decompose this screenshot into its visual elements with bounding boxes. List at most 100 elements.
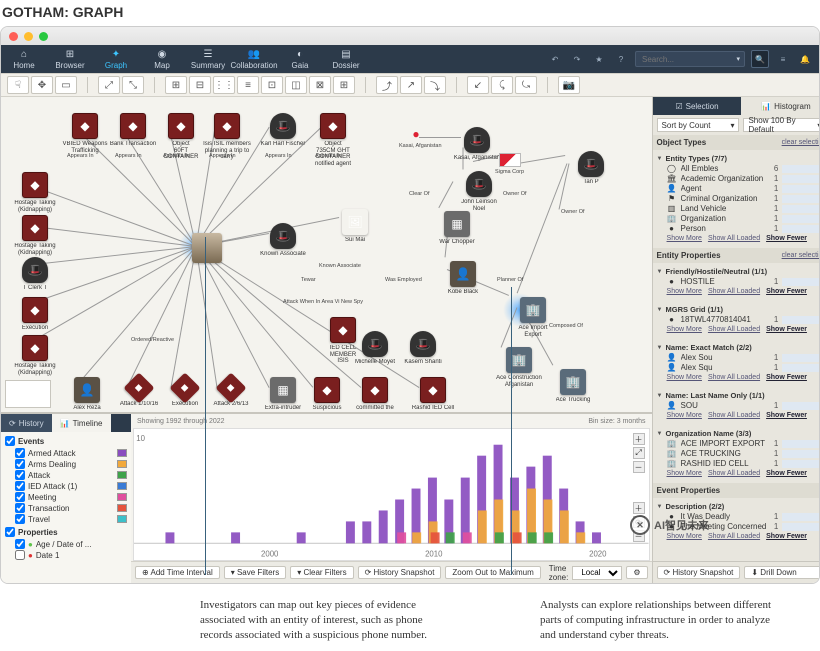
search-button[interactable]: 🔍 <box>751 50 769 68</box>
global-search[interactable]: ▾ <box>635 51 745 67</box>
graph-node[interactable]: ◆Hostage Taking(Kidnapping) <box>11 335 59 376</box>
tab-histogram[interactable]: 📊 Histogram <box>741 97 820 115</box>
legend-row[interactable]: Attack <box>5 470 127 481</box>
menu-gaia[interactable]: ◐Gaia <box>277 45 323 73</box>
hist-link[interactable]: Show Fewer <box>766 470 807 477</box>
menu-map[interactable]: ◉Map <box>139 45 185 73</box>
properties-toggle[interactable] <box>5 527 15 537</box>
graph-node[interactable]: 🏢Ace ConstructionAfganistan <box>495 347 543 388</box>
histogram-entry[interactable]: ●The Meeting Concerned1 <box>657 522 820 532</box>
focus-entity-node[interactable] <box>183 233 231 263</box>
toolbar-button[interactable]: ✥ <box>31 76 53 94</box>
hist-link[interactable]: Show All Loaded <box>708 374 760 381</box>
graph-node[interactable]: 🎩Known Associate <box>259 223 307 258</box>
zoom-in-button[interactable]: ＋ <box>633 433 645 445</box>
histogram-entry[interactable]: ▥Land Vehicle1 <box>657 204 820 214</box>
graph-node[interactable]: ◆Bank Transaction <box>109 113 157 148</box>
timeline-chart[interactable]: 20002010202010 ＋ ⤢ － ＋ ⟳ － <box>133 428 650 561</box>
toolbar-button[interactable]: 📷 <box>558 76 580 94</box>
group-toggle[interactable]: Organization Name (3/3) <box>657 427 820 439</box>
menu-browser[interactable]: ⊞Browser <box>47 45 93 73</box>
zoom-out-max-button[interactable]: Zoom Out to Maximum <box>445 566 540 579</box>
graph-node[interactable]: ◆VBIED Weapons Trafficking <box>61 113 109 154</box>
add-interval-button[interactable]: ⊕ Add Time Interval <box>135 566 220 579</box>
menu-icon[interactable]: ↶ <box>547 51 563 67</box>
toolbar-button[interactable]: ⊞ <box>165 76 187 94</box>
graph-node[interactable]: 🎩Karl Harl Fischer <box>259 113 307 148</box>
graph-node[interactable]: 🏢Ace Trucking <box>549 369 597 404</box>
histogram-entry[interactable]: ◯All Embles6 <box>657 164 820 174</box>
zoom-in-x-button[interactable]: ＋ <box>633 502 645 514</box>
toolbar-button[interactable]: ⤿ <box>515 76 537 94</box>
toolbar-button[interactable]: ▭ <box>55 76 77 94</box>
graph-node[interactable]: ◆SuspiciousDocument <box>303 377 351 413</box>
toolbar-button[interactable]: ↙ <box>467 76 489 94</box>
toolbar-button[interactable]: ⤹ <box>491 76 513 94</box>
histogram-entry[interactable]: ●Person1 <box>657 224 820 234</box>
menu-icon[interactable]: ↷ <box>569 51 585 67</box>
graph-node[interactable]: 🎩Kasai, Afganistan <box>453 127 501 162</box>
history-snapshot-button[interactable]: ⟳ History Snapshot <box>358 566 442 579</box>
search-input[interactable] <box>640 54 736 65</box>
hist-link[interactable]: Show Fewer <box>766 533 807 540</box>
graph-node[interactable]: 🎩Michelle Moyet <box>351 331 399 366</box>
timezone-select[interactable]: Local <box>572 566 622 580</box>
histogram-entry[interactable]: 👤Alex Squ1 <box>657 363 820 373</box>
toolbar-button[interactable]: ≡ <box>237 76 259 94</box>
graph-node[interactable]: ◆Attack 1/10/16 <box>115 377 163 408</box>
toolbar-button[interactable]: ⋮⋮ <box>213 76 235 94</box>
group-toggle[interactable]: Description (2/2) <box>657 500 820 512</box>
hist-link[interactable]: Show All Loaded <box>708 235 760 242</box>
toolbar-button[interactable]: ◫ <box>285 76 307 94</box>
histogram-entry[interactable]: 🏢RASHID IED CELL1 <box>657 459 820 469</box>
legend-row[interactable]: Arms Dealing <box>5 459 127 470</box>
hist-link[interactable]: Show More <box>667 412 702 419</box>
hist-link[interactable]: Show Fewer <box>766 412 807 419</box>
legend-row[interactable]: ●Age / Date of ... <box>5 539 127 550</box>
legend-checkbox[interactable] <box>15 459 25 469</box>
toolbar-button[interactable]: ⊞ <box>333 76 355 94</box>
max-dot[interactable] <box>39 32 48 41</box>
clear-selection-link[interactable]: clear selection <box>782 252 820 259</box>
graph-node[interactable]: ◆committed the main logistics coordinato… <box>351 377 399 413</box>
timezone-settings-button[interactable]: ⚙ <box>626 566 647 579</box>
graph-node[interactable]: ▦Extra-intruder activityRansom from Extr… <box>259 377 307 413</box>
toolbar-button[interactable]: ⤵ <box>424 76 446 94</box>
bell-icon[interactable]: 🔔 <box>797 51 813 67</box>
legend-row[interactable]: IED Attack (1) <box>5 481 127 492</box>
graph-canvas[interactable]: ◆VBIED Weapons TraffickingAppears In◆Ban… <box>1 97 652 413</box>
toolbar-button[interactable]: ↗ <box>400 76 422 94</box>
show-count-select[interactable]: Show 100 By Default▾ <box>743 118 820 132</box>
clear-selection-link[interactable]: clear selection <box>782 139 820 146</box>
graph-node[interactable]: 🎩John Leinson Noel <box>455 171 503 212</box>
menu-home[interactable]: ⌂Home <box>1 45 47 73</box>
histogram-entry[interactable]: 🏛Academic Organization1 <box>657 174 820 184</box>
graph-node[interactable]: ◆Hostage Taking(Kidnapping) <box>11 172 59 213</box>
legend-checkbox[interactable] <box>15 492 25 502</box>
menu-collaboration[interactable]: 👥Collaboration <box>231 45 277 73</box>
tab-history[interactable]: ⟳ History <box>1 414 52 432</box>
toolbar-button[interactable]: ⊟ <box>189 76 211 94</box>
menu-icon[interactable]: ? <box>613 51 629 67</box>
graph-minimap[interactable] <box>5 380 51 408</box>
histogram-entry[interactable]: ●It Was Deadly1 <box>657 512 820 522</box>
legend-checkbox[interactable] <box>15 550 25 560</box>
hist-link[interactable]: Show Fewer <box>766 374 807 381</box>
legend-row[interactable]: Transaction <box>5 503 127 514</box>
toolbar-button[interactable]: ⤢ <box>98 76 120 94</box>
zoom-out-x-button[interactable]: － <box>633 530 645 542</box>
hist-link[interactable]: Show More <box>667 374 702 381</box>
legend-checkbox[interactable] <box>15 448 25 458</box>
histogram-entry[interactable]: ●18TWL47708140411 <box>657 315 820 325</box>
graph-node[interactable]: ◆Hostage Taking(Kidnapping) <box>11 215 59 256</box>
hist-link[interactable]: Show All Loaded <box>708 288 760 295</box>
zoom-reset-button[interactable]: ⟳ <box>633 516 645 528</box>
close-dot[interactable] <box>9 32 18 41</box>
graph-node[interactable]: 🎩Tan P <box>567 151 615 186</box>
drill-down-button[interactable]: ⬇ Drill Down <box>744 566 820 579</box>
zoom-out-button[interactable]: － <box>633 461 645 473</box>
group-toggle[interactable]: Name: Last Name Only (1/1) <box>657 389 820 401</box>
min-dot[interactable] <box>24 32 33 41</box>
flag-icon[interactable] <box>499 153 521 167</box>
graph-node[interactable]: 🖼Sui Mai <box>331 209 379 244</box>
